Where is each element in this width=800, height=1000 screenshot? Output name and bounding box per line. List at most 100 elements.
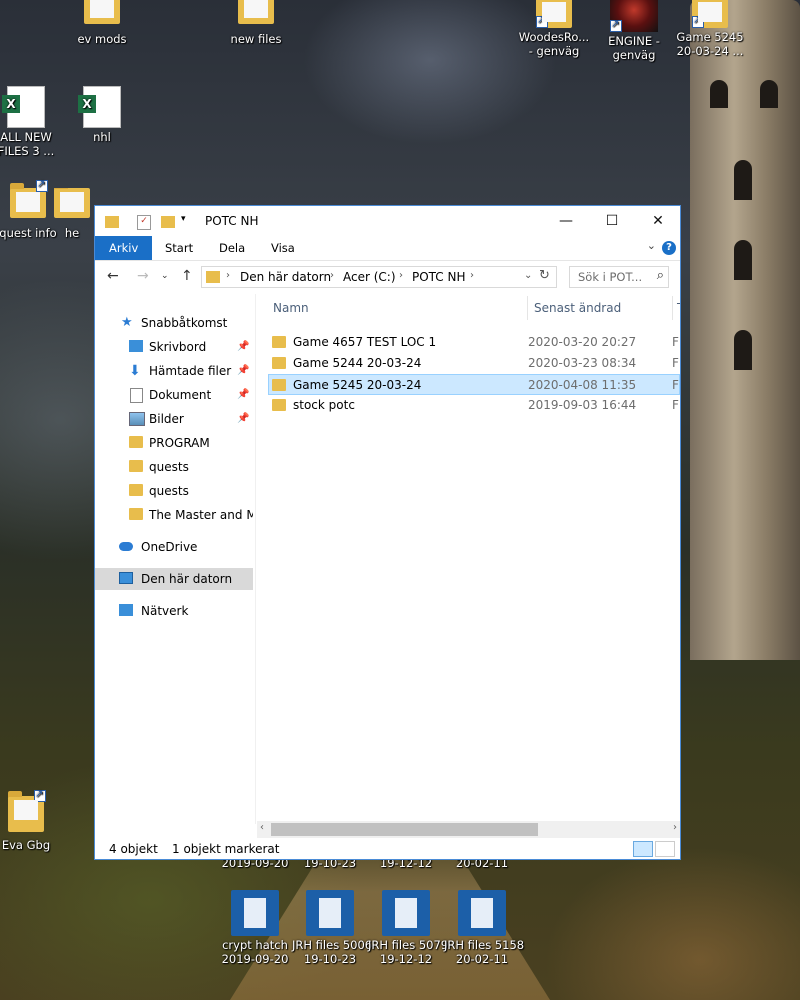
nav-item-this-pc[interactable]: Den här datorn xyxy=(95,568,253,590)
nav-item-label: quests xyxy=(149,460,189,474)
address-bar[interactable]: › Den här datorn › Acer (C:) › POTC NH ›… xyxy=(201,266,557,288)
nav-item-program[interactable]: PROGRAM xyxy=(95,432,253,454)
tab-visa[interactable]: Visa xyxy=(257,236,309,260)
ribbon-tabs: Arkiv Start Dela Visa ⌄ ? xyxy=(95,236,680,261)
pin-icon[interactable]: 📌 xyxy=(237,384,249,406)
recent-locations-icon[interactable]: ⌄ xyxy=(161,271,169,281)
nav-item-hamtade-filer[interactable]: ⬇ Hämtade filer 📌 xyxy=(95,360,253,382)
item-count: 4 objekt xyxy=(109,842,158,856)
up-arrow-icon[interactable]: ↑ xyxy=(181,268,193,284)
file-modified: 2020-03-23 08:34 xyxy=(528,356,637,370)
nav-item-quick-access[interactable]: ★ Snabbåtkomst xyxy=(95,312,253,334)
folder-icon xyxy=(206,271,220,283)
customize-toolbar-icon[interactable]: ▾ xyxy=(181,214,186,224)
breadcrumb-potc-nh[interactable]: POTC NH xyxy=(412,270,466,284)
title-bar[interactable]: ✓ ▾ POTC NH — ☐ ✕ xyxy=(95,206,680,236)
chevron-right-icon[interactable]: › xyxy=(470,270,474,281)
minimize-button[interactable]: — xyxy=(543,206,589,236)
desktop-icon-jrh-5079[interactable]: JRH files 5079 19-12-12 xyxy=(368,890,448,966)
desktop-icon-label: JRH files 5006 xyxy=(292,938,373,952)
nav-item-label: PROGRAM xyxy=(149,436,210,450)
file-row[interactable]: Game 5244 20-03-24 2020-03-23 08:34 F xyxy=(269,353,680,374)
file-modified: 2020-04-08 11:35 xyxy=(528,378,637,392)
file-icon xyxy=(54,188,90,218)
desktop-icon-crypt-hatch[interactable]: crypt hatch 2019-09-20 xyxy=(217,890,293,966)
forward-arrow-icon[interactable]: → xyxy=(137,268,149,284)
nav-item-bilder[interactable]: Bilder 📌 xyxy=(95,408,253,430)
desktop-icon-nhl[interactable]: X nhl xyxy=(64,86,140,144)
desktop-icon-game5245-shortcut[interactable]: Game 5245 20-03-24 ... xyxy=(672,0,748,58)
properties-icon[interactable]: ✓ xyxy=(137,215,151,230)
desktop-icon-he[interactable]: he xyxy=(50,188,94,240)
nav-item-dokument[interactable]: Dokument 📌 xyxy=(95,384,253,406)
column-divider[interactable] xyxy=(672,296,673,320)
large-icons-view-icon[interactable] xyxy=(655,841,675,857)
horizontal-scrollbar[interactable]: ‹ › xyxy=(257,821,680,838)
tab-dela[interactable]: Dela xyxy=(205,236,259,260)
pin-icon[interactable]: 📌 xyxy=(237,336,249,358)
chevron-right-icon[interactable]: › xyxy=(399,270,403,281)
tab-arkiv[interactable]: Arkiv xyxy=(95,236,153,260)
pane-divider[interactable] xyxy=(255,294,256,824)
column-header-name[interactable]: Namn xyxy=(273,294,309,322)
download-icon: ⬇ xyxy=(129,363,141,379)
nav-item-quests[interactable]: quests xyxy=(95,456,253,478)
desktop-icon-all-new-files[interactable]: X ALL NEW FILES 3 ... xyxy=(0,86,64,158)
nav-item-onedrive[interactable]: OneDrive xyxy=(95,536,253,558)
maximize-button[interactable]: ☐ xyxy=(589,206,635,236)
column-divider[interactable] xyxy=(527,296,528,320)
desktop-icon-ev-mods[interactable]: ev mods xyxy=(64,0,140,46)
nav-item-quests-2[interactable]: quests xyxy=(95,480,253,502)
desktop-icon-jrh-5158[interactable]: JRH files 5158 20-02-11 xyxy=(444,890,525,966)
file-name: Game 5244 20-03-24 xyxy=(293,356,422,370)
file-row[interactable]: stock potc 2019-09-03 16:44 F xyxy=(269,395,680,416)
file-row-selected[interactable]: Game 5245 20-03-24 2020-04-08 11:35 F xyxy=(268,374,680,395)
file-name: Game 5245 20-03-24 xyxy=(293,378,422,392)
desktop-icon-woodesrogers-shortcut[interactable]: WoodesRo... - genväg xyxy=(516,0,592,58)
file-list: Namn ^ Senast ändrad T Game 4657 TEST LO… xyxy=(257,294,680,824)
file-type: F xyxy=(672,378,679,392)
search-icon: ⌕ xyxy=(656,268,664,283)
refresh-icon[interactable]: ↻ xyxy=(539,268,550,283)
nav-item-skrivbord[interactable]: Skrivbord 📌 xyxy=(95,336,253,358)
excel-icon: X xyxy=(78,86,121,128)
tab-start[interactable]: Start xyxy=(151,236,207,260)
column-header-type[interactable]: T xyxy=(677,294,680,322)
desktop-icon-label: ev mods xyxy=(77,32,127,46)
nav-item-network[interactable]: Nätverk xyxy=(95,600,253,622)
scrollbar-thumb[interactable] xyxy=(271,823,538,836)
folder-icon xyxy=(272,336,286,348)
breadcrumb-drive-c[interactable]: Acer (C:) xyxy=(343,270,396,284)
desktop-icon-jrh-5006[interactable]: JRH files 5006 19-10-23 xyxy=(292,890,373,966)
desktop-icon-new-files[interactable]: new files xyxy=(218,0,294,46)
expand-ribbon-icon[interactable]: ⌄ xyxy=(647,239,656,252)
breadcrumb-this-pc[interactable]: Den här datorn xyxy=(240,270,331,284)
desktop-icon-eva-gbg[interactable]: Eva Gbg xyxy=(0,788,64,852)
scroll-left-icon[interactable]: ‹ xyxy=(260,822,264,833)
pin-icon[interactable]: 📌 xyxy=(237,360,249,382)
help-icon[interactable]: ? xyxy=(662,241,676,255)
pin-icon[interactable]: 📌 xyxy=(237,408,249,430)
address-dropdown-icon[interactable]: ⌄ xyxy=(524,270,532,281)
new-folder-icon[interactable] xyxy=(161,216,175,228)
desktop-icon-engine-shortcut[interactable]: ENGINE - genväg xyxy=(596,0,672,62)
folder-icon xyxy=(129,484,143,496)
tower-image xyxy=(690,0,800,660)
file-type: F xyxy=(672,335,679,349)
nav-item-label: OneDrive xyxy=(141,540,198,554)
nav-item-master-and-margarita[interactable]: The Master and Mar xyxy=(95,504,253,526)
file-icon xyxy=(8,788,46,832)
desktop-icon-label: JRH files 5158 xyxy=(444,938,525,952)
scroll-right-icon[interactable]: › xyxy=(673,822,677,833)
navigation-bar: ← → ⌄ ↑ › Den här datorn › Acer (C:) › P… xyxy=(95,262,680,292)
chevron-right-icon[interactable]: › xyxy=(330,270,334,281)
close-button[interactable]: ✕ xyxy=(635,206,681,236)
column-header-modified[interactable]: Senast ändrad xyxy=(534,294,621,322)
cloud-icon xyxy=(119,542,133,551)
search-input[interactable]: Sök i POT... ⌕ xyxy=(569,266,669,288)
details-view-icon[interactable] xyxy=(633,841,653,857)
file-modified: 2020-03-20 20:27 xyxy=(528,335,637,349)
file-row[interactable]: Game 4657 TEST LOC 1 2020-03-20 20:27 F xyxy=(269,332,680,353)
back-arrow-icon[interactable]: ← xyxy=(107,268,119,284)
folder-icon xyxy=(272,399,286,411)
